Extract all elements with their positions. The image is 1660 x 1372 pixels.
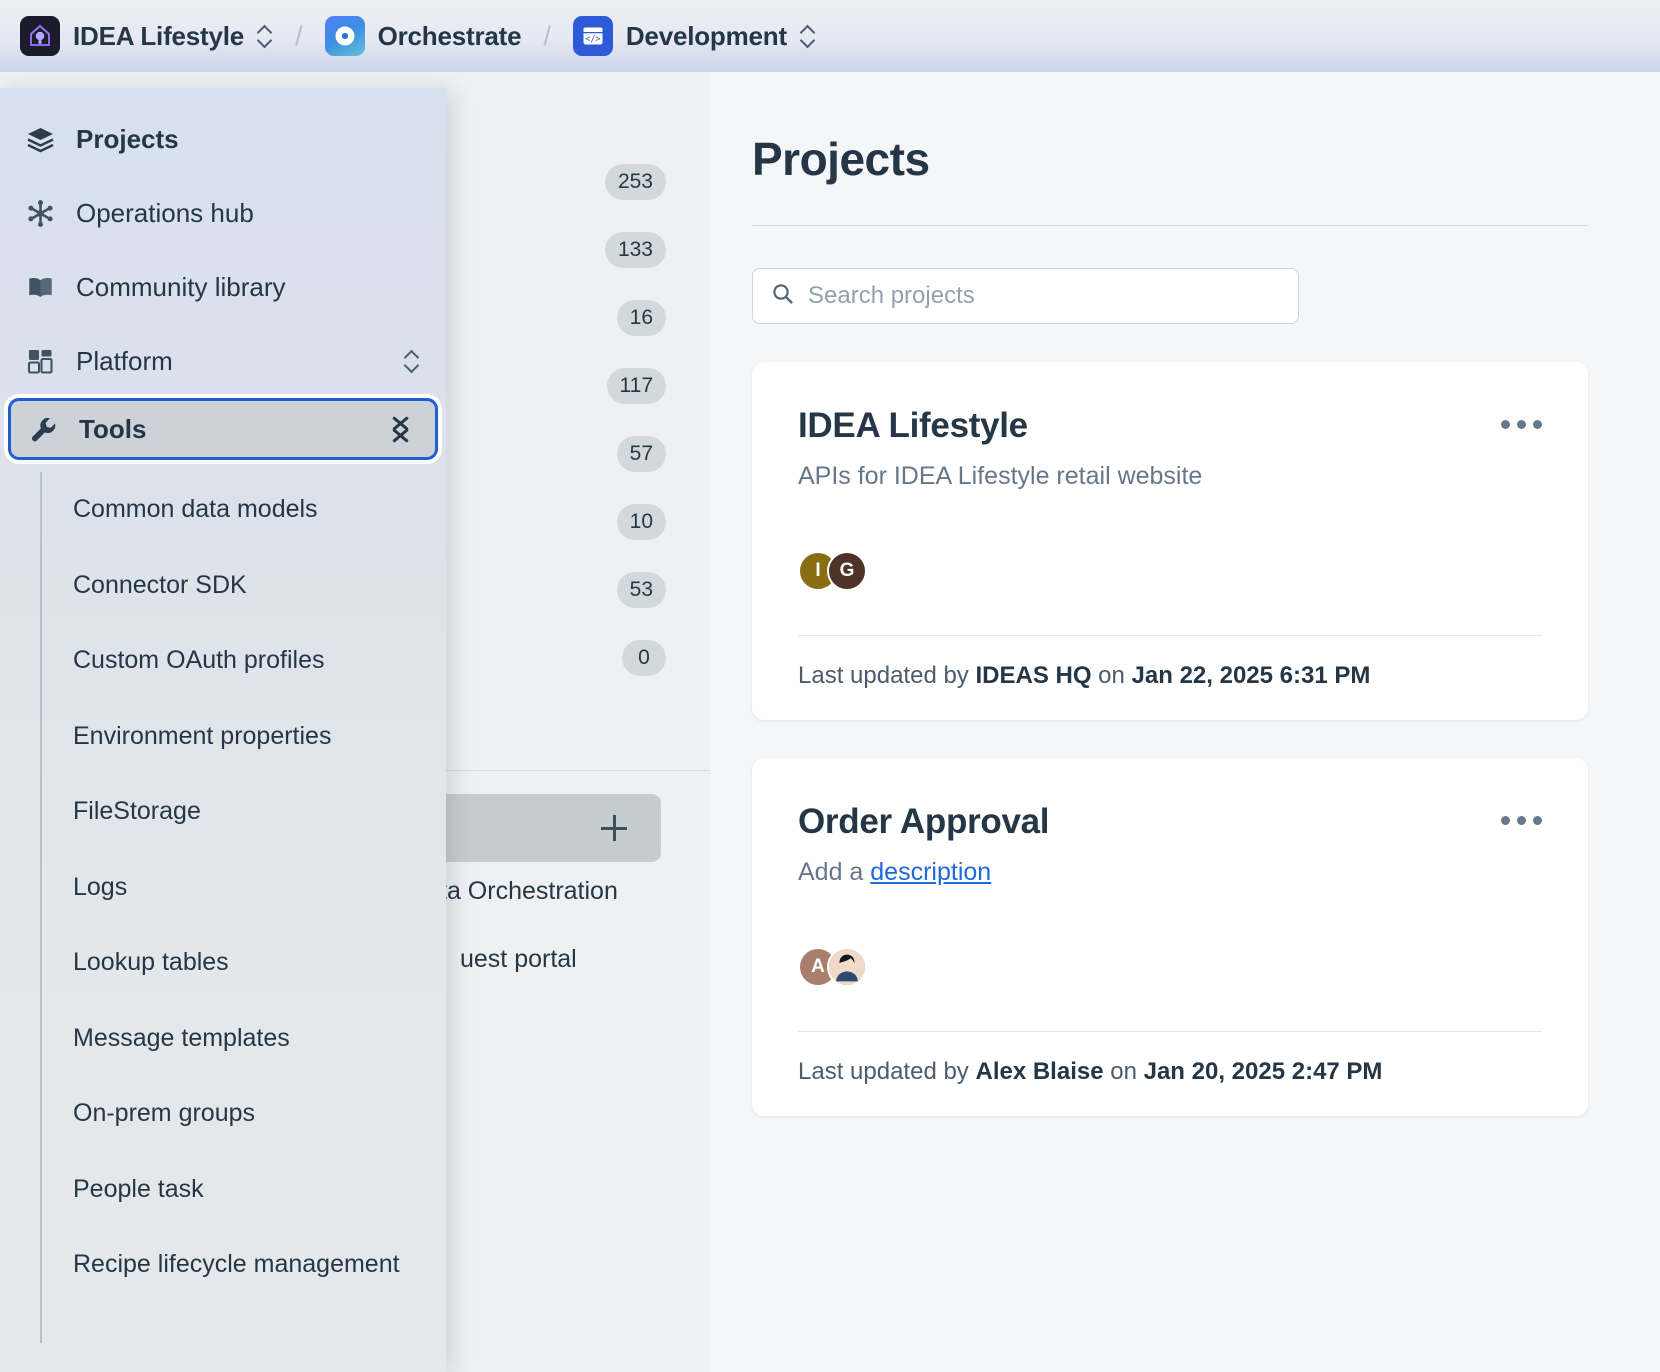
background-count-badge: 57 — [617, 436, 666, 472]
snowflake-icon — [24, 197, 56, 229]
sidebar-item-operations-hub[interactable]: Operations hub — [0, 176, 446, 250]
orchestrate-logo-icon — [325, 16, 365, 56]
sidebar-label-community-library: Community library — [76, 272, 286, 303]
page-title: Projects — [752, 132, 1588, 186]
background-count-badge: 16 — [617, 300, 666, 336]
sidebar-flyout: Projects Operations — [0, 88, 446, 1372]
submenu-item-message-templates[interactable]: Message templates — [40, 1001, 446, 1077]
project-card-header: Order Approval — [798, 802, 1542, 842]
book-icon — [24, 271, 56, 303]
background-count-badge: 53 — [617, 572, 666, 608]
project-members: A — [798, 947, 1542, 987]
tools-submenu: Common data models Connector SDK Custom … — [0, 472, 446, 1303]
breadcrumb-label-environment: Development — [626, 21, 787, 52]
breadcrumb-item-environment[interactable]: </> Development — [573, 16, 816, 56]
sidebar-label-tools: Tools — [79, 414, 146, 445]
svg-text:</>: </> — [585, 33, 600, 43]
background-count-badge: 253 — [605, 164, 666, 200]
plus-icon — [601, 815, 627, 841]
sidebar-label-projects: Projects — [76, 124, 179, 155]
development-logo-icon: </> — [573, 16, 613, 56]
project-description: APIs for IDEA Lifestyle retail website — [798, 462, 1542, 491]
background-count-badge: 133 — [605, 232, 666, 268]
search-input[interactable] — [808, 282, 1280, 310]
background-count-badge: 0 — [622, 640, 666, 676]
last-updated-user: IDEAS HQ — [975, 662, 1091, 689]
sidebar-item-tools[interactable]: Tools — [8, 398, 438, 460]
submenu-item-logs[interactable]: Logs — [40, 850, 446, 926]
wrench-icon — [27, 413, 59, 445]
partial-text-portal: uest portal — [460, 945, 577, 974]
sidebar-label-platform: Platform — [76, 346, 173, 377]
last-updated-timestamp: Jan 20, 2025 2:47 PM — [1144, 1058, 1383, 1085]
submenu-rail — [40, 472, 42, 1343]
last-updated-middle: on — [1110, 1058, 1137, 1085]
chevron-updown-icon[interactable] — [257, 23, 273, 49]
main-content: Projects IDEA Lifestyle APIs for IDEA Li… — [710, 72, 1660, 1372]
submenu-item-lookup-tables[interactable]: Lookup tables — [40, 925, 446, 1001]
breadcrumb-item-workspace[interactable]: IDEA Lifestyle — [20, 16, 273, 56]
project-members: I G — [798, 551, 1542, 591]
more-options-icon[interactable] — [1501, 420, 1542, 429]
project-last-updated: Last updated by IDEAS HQ on Jan 22, 2025… — [798, 636, 1542, 720]
idea-logo-icon — [20, 16, 60, 56]
breadcrumb-label-orchestrate: Orchestrate — [378, 21, 522, 52]
title-divider — [752, 225, 1588, 226]
last-updated-prefix: Last updated by — [798, 662, 969, 689]
submenu-item-connector-sdk[interactable]: Connector SDK — [40, 548, 446, 624]
avatar[interactable]: G — [827, 551, 867, 591]
search-icon — [771, 282, 794, 310]
partial-text-orchestration: ta Orchestration — [440, 877, 618, 906]
more-options-icon[interactable] — [1501, 816, 1542, 825]
add-description-link[interactable]: description — [870, 858, 991, 886]
search-projects-field[interactable] — [752, 268, 1299, 324]
background-count-badge: 10 — [617, 504, 666, 540]
last-updated-middle: on — [1098, 662, 1125, 689]
last-updated-user: Alex Blaise — [975, 1058, 1103, 1085]
breadcrumb-label-workspace: IDEA Lifestyle — [73, 21, 244, 52]
collapse-chevrons-icon[interactable] — [387, 415, 415, 443]
project-description: Add a description — [798, 858, 1542, 887]
sidebar-item-platform[interactable]: Platform — [0, 324, 446, 398]
submenu-item-on-prem-groups[interactable]: On-prem groups — [40, 1076, 446, 1152]
project-name: IDEA Lifestyle — [798, 406, 1028, 446]
sidebar-item-community-library[interactable]: Community library — [0, 250, 446, 324]
breadcrumb-item-orchestrate[interactable]: Orchestrate — [325, 16, 522, 56]
submenu-item-recipe-lifecycle-management[interactable]: Recipe lifecycle management — [40, 1227, 446, 1303]
submenu-item-people-task[interactable]: People task — [40, 1152, 446, 1228]
submenu-item-filestorage[interactable]: FileStorage — [40, 774, 446, 850]
add-description-prefix: Add a — [798, 858, 870, 886]
chevron-updown-icon-platform[interactable] — [404, 348, 420, 374]
layers-icon — [24, 123, 56, 155]
breadcrumb-separator-2: / — [543, 21, 551, 52]
chevron-updown-icon-2[interactable] — [800, 23, 816, 49]
project-last-updated: Last updated by Alex Blaise on Jan 20, 2… — [798, 1032, 1542, 1116]
project-name: Order Approval — [798, 802, 1049, 842]
breadcrumb-bar: IDEA Lifestyle / Orchestrate / </> Devel… — [0, 0, 1660, 72]
last-updated-timestamp: Jan 22, 2025 6:31 PM — [1132, 662, 1371, 689]
sidebar-item-projects[interactable]: Projects — [0, 102, 446, 176]
project-card[interactable]: Order Approval Add a description A Last … — [752, 758, 1588, 1116]
project-card[interactable]: IDEA Lifestyle APIs for IDEA Lifestyle r… — [752, 362, 1588, 720]
project-card-header: IDEA Lifestyle — [798, 406, 1542, 446]
grid-icon — [24, 345, 56, 377]
submenu-item-common-data-models[interactable]: Common data models — [40, 472, 446, 548]
last-updated-prefix: Last updated by — [798, 1058, 969, 1085]
breadcrumb-separator: / — [295, 21, 303, 52]
avatar[interactable] — [827, 947, 867, 987]
sidebar-label-operations-hub: Operations hub — [76, 198, 254, 229]
background-count-badge: 117 — [607, 368, 666, 404]
submenu-item-environment-properties[interactable]: Environment properties — [40, 699, 446, 775]
submenu-item-custom-oauth-profiles[interactable]: Custom OAuth profiles — [40, 623, 446, 699]
